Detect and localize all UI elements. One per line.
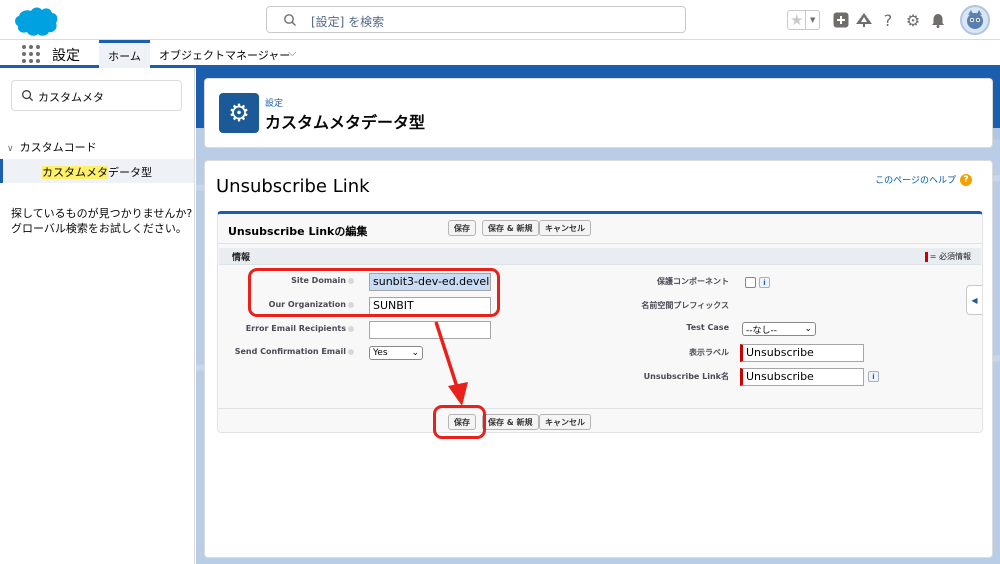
sidebar-item-custom-metadata-types[interactable]: カスタムメタデータ型 (0, 159, 194, 183)
page-title: カスタムメタデータ型 (265, 113, 426, 132)
setup-gear-icon[interactable]: ⚙ (903, 10, 923, 30)
add-icon[interactable] (831, 10, 851, 30)
quick-find-value: カスタムメタ (38, 91, 104, 104)
help-icon[interactable]: ? (878, 10, 898, 30)
send-confirmation-email-label: Send Confirmation Email (235, 347, 354, 356)
page-block-header: Unsubscribe Linkの編集 保存 保存 & 新規 キャンセル (218, 214, 982, 244)
select-value: Yes (373, 348, 388, 358)
global-header: [設定] を検索 ★ ▼ ? ⚙ (0, 0, 1000, 40)
not-found-text: 探しているものが見つかりませんか? (11, 207, 193, 220)
global-search-text: グローバル検索をお試しください。 (11, 222, 187, 235)
avatar[interactable] (960, 5, 990, 35)
page-header: ⚙ 設定 カスタムメタデータ型 (204, 78, 993, 148)
record-edit-card: Unsubscribe Link このページのヘルプ ? Unsubscribe… (204, 160, 993, 558)
chevron-down-icon: ⌄ (411, 348, 419, 358)
tree-node-label: カスタムコード (19, 141, 97, 154)
collapse-panel-tab[interactable]: ◀ (966, 285, 982, 315)
page-subtitle: 設定 (265, 99, 284, 109)
cancel-button[interactable]: キャンセル (539, 220, 591, 236)
help-dot-icon[interactable] (348, 348, 354, 355)
required-legend: = 必須情報 (924, 251, 971, 262)
send-confirmation-email-select[interactable]: Yes ⌄ (369, 346, 423, 360)
global-search-input[interactable]: [設定] を検索 (266, 6, 686, 33)
save-new-button-bottom[interactable]: 保存 & 新規 (482, 414, 539, 430)
tab-object-manager[interactable]: オブジェクトマネージャー (159, 47, 290, 63)
edit-title: Unsubscribe Linkの編集 (228, 225, 368, 238)
search-match-highlight: カスタムメタ (42, 166, 108, 179)
sidebar-item-label-rest: データ型 (108, 166, 152, 179)
search-icon (22, 90, 34, 102)
record-title: Unsubscribe Link (216, 176, 370, 197)
not-found-help: 探しているものが見つかりませんか? グローバル検索をお試しください。 (11, 206, 193, 236)
edit-page-block: Unsubscribe Linkの編集 保存 保存 & 新規 キャンセル 情報 … (217, 211, 983, 433)
help-link-label: このページのヘルプ (875, 176, 956, 186)
namespace-prefix-label: 名前空間プレフィックス (641, 301, 729, 310)
info-icon[interactable]: i (868, 371, 879, 382)
cancel-button-bottom[interactable]: キャンセル (539, 414, 591, 430)
protected-component-label: 保護コンポーネント (657, 277, 729, 286)
favorites-star-icon: ★ (789, 11, 804, 29)
display-label-field[interactable]: Unsubscribe (740, 344, 864, 362)
test-case-select[interactable]: --なし-- ⌄ (742, 322, 816, 336)
trailhead-icon[interactable] (854, 10, 874, 30)
send-confirmation-label-text: Send Confirmation Email (234, 347, 346, 356)
context-nav: 設定 ホーム オブジェクトマネージャー ⌵ (0, 40, 1000, 68)
annotation-highlight-save (433, 405, 486, 439)
record-name-field[interactable]: Unsubscribe (740, 368, 864, 386)
tree-node-custom-code[interactable]: ∨ カスタムコード (7, 139, 97, 155)
annotation-highlight-fields (248, 268, 500, 317)
annotation-arrow (434, 321, 468, 406)
section-header-information: 情報 = 必須情報 (219, 248, 981, 265)
chevron-down-icon: ⌄ (804, 324, 812, 334)
salesforce-logo[interactable] (11, 5, 59, 37)
app-launcher-icon[interactable] (22, 45, 40, 63)
error-email-label-text: Error Email Recipients (245, 324, 346, 333)
page-block-footer: 保存 保存 & 新規 キャンセル (218, 408, 982, 436)
search-placeholder: [設定] を検索 (311, 15, 385, 29)
app-name: 設定 (52, 48, 80, 64)
required-indicator (924, 251, 928, 262)
help-question-icon: ? (960, 173, 972, 186)
select-value: --なし-- (746, 325, 777, 336)
setup-sidebar: カスタムメタ ∨ カスタムコード カスタムメタデータ型 探しているものが見つかりま… (0, 68, 195, 564)
chevron-down-icon[interactable]: ⌵ (288, 46, 296, 60)
error-email-recipients-label: Error Email Recipients (246, 324, 354, 333)
protected-component-checkbox[interactable] (745, 277, 756, 288)
required-legend-text: = 必須情報 (929, 252, 971, 261)
favorites-button[interactable]: ★ ▼ (787, 10, 820, 30)
tab-home[interactable]: ホーム (99, 40, 150, 68)
chevron-down-icon[interactable]: ▼ (805, 11, 819, 29)
section-title: 情報 (232, 253, 251, 263)
save-button[interactable]: 保存 (448, 220, 476, 236)
notifications-bell-icon[interactable] (928, 10, 948, 30)
search-icon (284, 14, 296, 26)
info-icon[interactable]: i (759, 277, 770, 288)
save-new-button[interactable]: 保存 & 新規 (482, 220, 539, 236)
help-for-this-page-link[interactable]: このページのヘルプ ? (875, 173, 972, 186)
help-dot-icon[interactable] (348, 325, 354, 332)
chevron-down-icon[interactable]: ∨ (7, 144, 14, 154)
sidebar-item-label: カスタムメタデータ型 (42, 164, 152, 180)
setup-gear-icon: ⚙ (219, 93, 259, 133)
quick-find-input[interactable]: カスタムメタ (11, 80, 182, 111)
record-name-label: Unsubscribe Link名 (643, 372, 729, 381)
test-case-label: Test Case (686, 323, 729, 332)
display-label-label: 表示ラベル (689, 348, 729, 357)
